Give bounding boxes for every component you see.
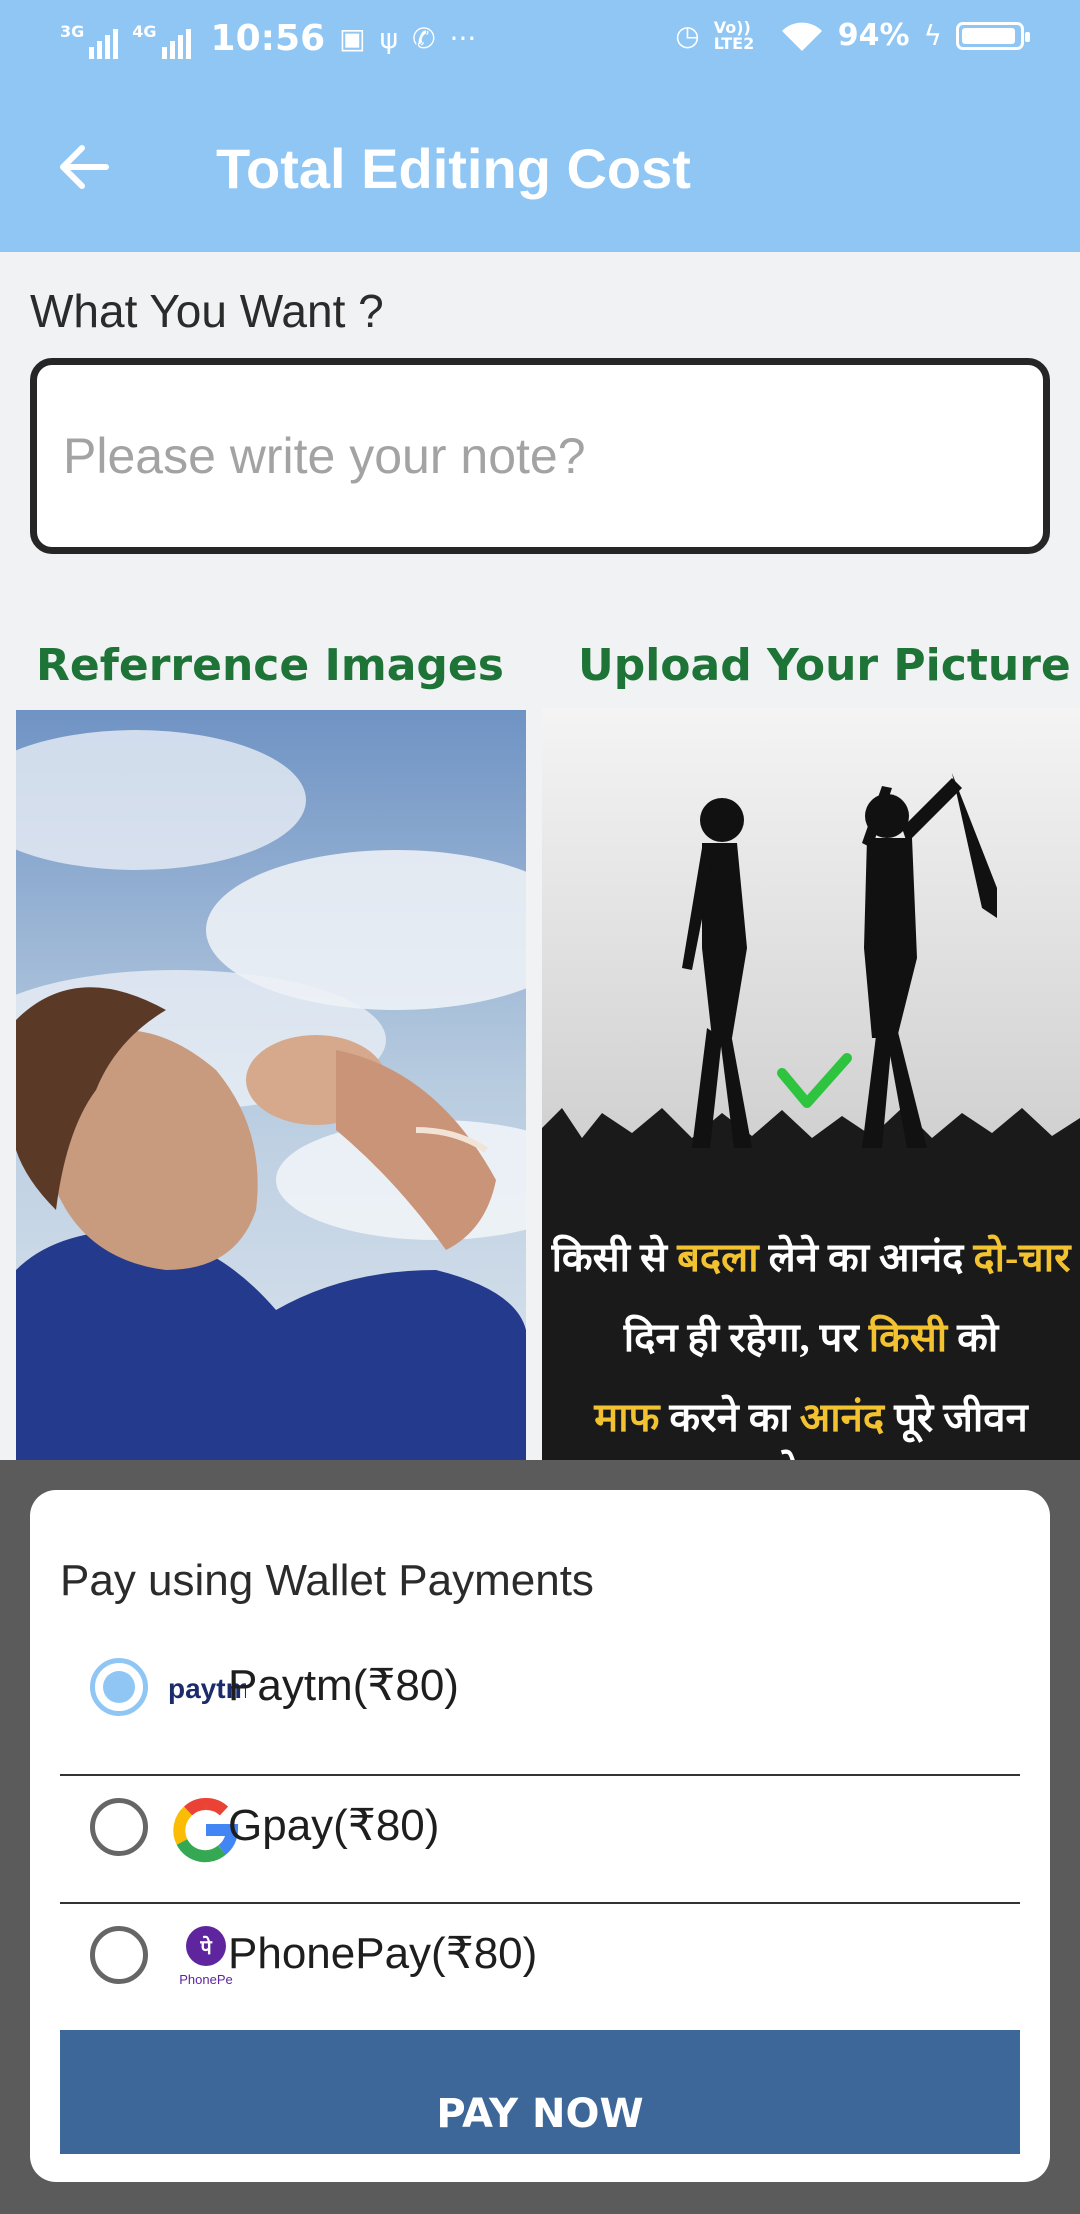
- charging-icon: ϟ: [923, 19, 942, 52]
- note-input[interactable]: [61, 415, 1025, 497]
- reference-images-title: Referrence Images: [36, 640, 504, 691]
- clock: 10:56: [210, 18, 326, 59]
- signal-4g-icon: 4G: [132, 19, 191, 59]
- uploaded-picture[interactable]: किसी से बदला लेने का आनंद दो-चार दिन ही …: [542, 708, 1080, 1460]
- battery-icon: [956, 21, 1030, 50]
- usb-icon: ψ: [379, 22, 399, 55]
- wifi-icon: [781, 22, 822, 51]
- what-you-want-label: What You Want ?: [30, 285, 384, 337]
- network-4g-label: 4G: [132, 21, 157, 41]
- quote-line-1: किसी से बदला लेने का आनंद दो-चार: [551, 1235, 1071, 1280]
- usb-settings-icon: ▣: [339, 22, 366, 55]
- battery-percent: 94%: [837, 18, 910, 53]
- quote-line-3: माफ करने का आनंद पूरे जीवन रहेगा...: [594, 1395, 1028, 1460]
- paytm-label: Paytm(₹80): [228, 1661, 459, 1710]
- payment-option-phonepe[interactable]: पे PhonePe PhonePay(₹80): [60, 1898, 1020, 2018]
- payment-option-gpay[interactable]: Gpay(₹80): [60, 1770, 1020, 1890]
- upload-picture-title: Upload Your Picture: [578, 640, 1071, 691]
- pay-now-label: PAY NOW: [436, 2091, 644, 2137]
- alarm-icon: ◷: [675, 19, 700, 52]
- page-title: Total Editing Cost: [216, 137, 691, 200]
- paytm-radio[interactable]: [90, 1658, 148, 1716]
- payment-dialog-title: Pay using Wallet Payments: [60, 1556, 594, 1605]
- network-3g-label: 3G: [60, 21, 85, 41]
- note-field-container: [30, 358, 1050, 554]
- more-notifications-icon: ···: [449, 22, 477, 55]
- whatsapp-icon: ✆: [412, 22, 436, 55]
- payment-option-paytm[interactable]: paytm Paytm(₹80): [60, 1630, 1020, 1750]
- quote-line-2: दिन ही रहेगा, पर किसी को: [623, 1315, 999, 1360]
- signal-3g-icon: 3G: [60, 19, 119, 59]
- arrow-left-icon[interactable]: [56, 140, 110, 194]
- volte-icon: Vo)) LTE2: [713, 17, 755, 53]
- svg-text:पे: पे: [199, 1935, 213, 1959]
- payment-dialog: Pay using Wallet Payments paytm Paytm(₹8…: [30, 1490, 1050, 2182]
- app-bar: Total Editing Cost: [0, 88, 1080, 252]
- svg-text:PhonePe: PhonePe: [179, 1972, 233, 1987]
- phonepe-label: PhonePay(₹80): [228, 1929, 538, 1978]
- reference-image[interactable]: [16, 710, 526, 1460]
- pay-now-button[interactable]: PAY NOW: [60, 2030, 1020, 2154]
- phonepe-radio[interactable]: [90, 1926, 148, 1984]
- gpay-radio[interactable]: [90, 1798, 148, 1856]
- status-bar: 3G 4G 10:56 ▣ ψ ✆ ··· ◷ Vo)) LTE2 94% ϟ: [0, 0, 1080, 88]
- gpay-label: Gpay(₹80): [228, 1801, 440, 1850]
